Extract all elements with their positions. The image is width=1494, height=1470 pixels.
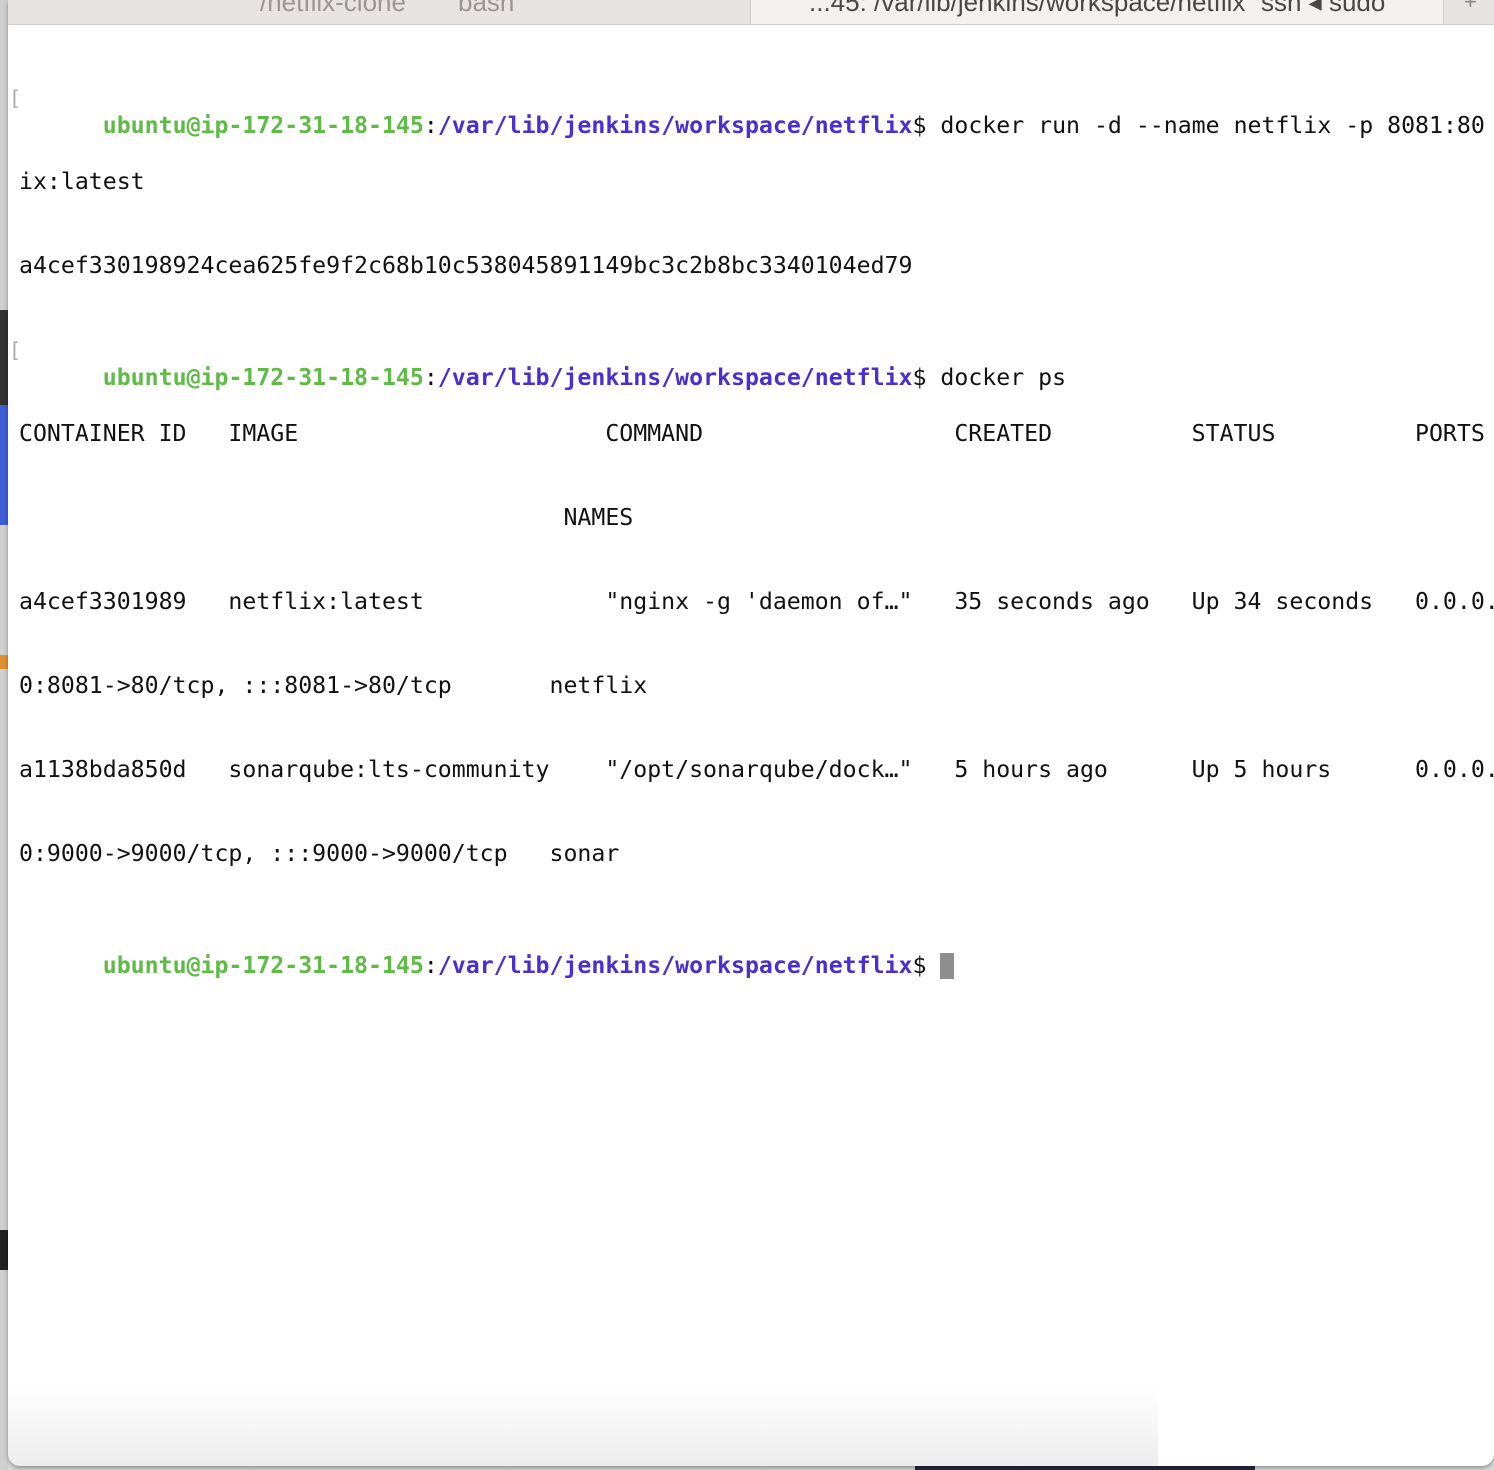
table-row: a4cef3301989 netflix:latest "nginx -g 'd…	[19, 588, 1494, 615]
table-row-wrap: 0:8081->80/tcp, :::8081->80/tcp netflix	[19, 672, 648, 699]
table-row: a1138bda850d sonarqube:lts-community "/o…	[19, 756, 1494, 783]
prompt-symbol: $	[912, 364, 941, 391]
prompt-separator: :	[423, 364, 438, 391]
tab-jenkins-ssh[interactable]: ...45: /var/lib/jenkins/workspace/netfli…	[750, 0, 1444, 24]
table-header-wrap: NAMES	[19, 504, 634, 531]
terminal-cursor	[940, 953, 955, 979]
prompt-symbol: $	[912, 952, 941, 979]
background-window-fragment	[0, 310, 8, 405]
mark-bracket: [	[9, 338, 22, 362]
prompt-symbol: $	[912, 112, 941, 139]
terminal-line: [ ubuntu@ip-172-31-18-145:/var/lib/jenkin…	[9, 336, 1494, 391]
tab-bar: /netflix-clone bash ...45: /var/lib/jenk…	[8, 0, 1494, 25]
background-window-strip	[0, 0, 8, 1470]
background-window-fragment	[0, 1230, 8, 1270]
terminal-output[interactable]: [ubuntu@ip-172-31-18-145:/var/lib/jenkin…	[9, 28, 1494, 1008]
terminal-line: [ ubuntu@ip-172-31-18-145:/var/lib/jenkin…	[9, 84, 1494, 139]
prompt-path: /var/lib/jenkins/workspace/netflix	[437, 364, 913, 391]
terminal-window: /netflix-clone bash ...45: /var/lib/jenk…	[8, 0, 1494, 1466]
prompt-separator: :	[423, 952, 438, 979]
prompt-separator: :	[423, 112, 438, 139]
terminal-line: ubuntu@ip-172-31-18-145:/var/lib/jenkins…	[19, 924, 1494, 979]
table-row-wrap: 0:9000->9000/tcp, :::9000->9000/tcp sona…	[19, 840, 620, 867]
prompt-path: /var/lib/jenkins/workspace/netflix	[437, 952, 913, 979]
tab-title: /netflix-clone	[260, 0, 406, 17]
prompt-user-host: ubuntu@ip-172-31-18-145	[102, 952, 424, 979]
command-text: docker run -d --name netflix -p 8081:80 …	[940, 112, 1485, 139]
prompt-user-host: ubuntu@ip-172-31-18-145	[102, 364, 424, 391]
tab-title: ...45: /var/lib/jenkins/workspace/netfli…	[809, 0, 1246, 17]
background-window-fragment	[0, 655, 8, 669]
mark-bracket: [	[9, 86, 22, 110]
tab-netflix-clone-bash[interactable]: /netflix-clone bash	[8, 0, 750, 24]
tab-process: ssh ◂ sudo	[1261, 0, 1386, 17]
window-shading	[8, 1386, 1158, 1466]
terminal-line: ix:latest	[19, 168, 145, 195]
tab-process: bash	[458, 0, 515, 17]
prompt-path: /var/lib/jenkins/workspace/netflix	[437, 112, 913, 139]
prompt-user-host: ubuntu@ip-172-31-18-145	[102, 112, 424, 139]
table-header: CONTAINER ID IMAGE COMMAND CREATED STATU…	[19, 420, 1485, 447]
terminal-line: a4cef330198924cea625fe9f2c68b10c53804589…	[19, 252, 913, 279]
background-window-fragment	[0, 405, 8, 525]
command-text: docker ps	[940, 364, 1067, 391]
new-tab-button[interactable]: +	[1464, 0, 1477, 14]
